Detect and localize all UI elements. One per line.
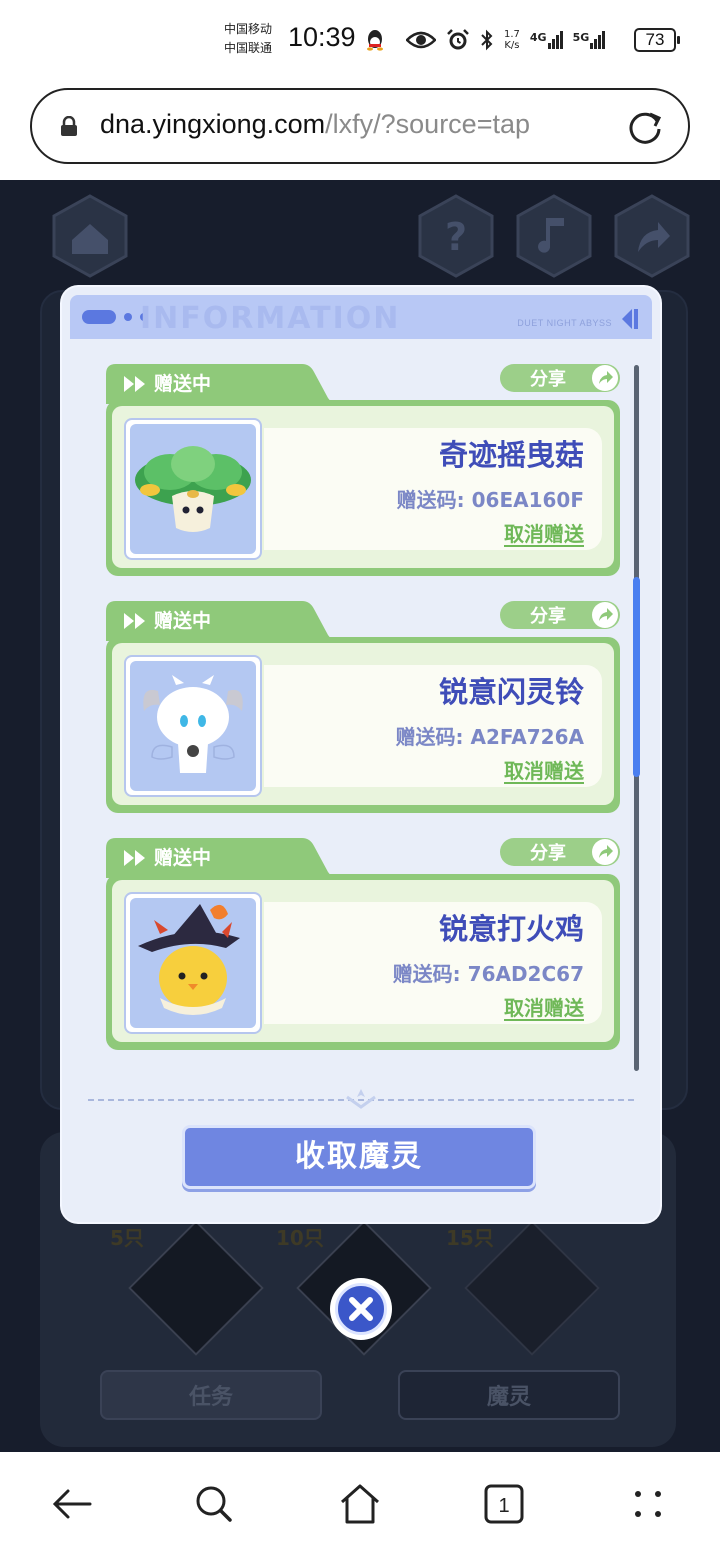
share-button[interactable]: 分享 bbox=[500, 838, 620, 866]
scrollbar-thumb[interactable] bbox=[633, 577, 640, 777]
share-label: 分享 bbox=[530, 369, 566, 390]
url-text[interactable]: dna.yingxiong.com/lxfy/?source=tap bbox=[100, 109, 530, 140]
back-icon[interactable] bbox=[48, 1480, 96, 1528]
milestone-label-1: 5只 bbox=[110, 1226, 144, 1250]
header-dot bbox=[124, 313, 132, 321]
status-icons: 1.7 K/s 4G 5G bbox=[366, 26, 606, 54]
gift-code: 赠送码: 06EA160F bbox=[396, 488, 584, 512]
header-ghost-text: INFORMATION bbox=[140, 301, 401, 336]
net-label-1: 4G bbox=[529, 31, 547, 44]
share-button[interactable]: 分享 bbox=[500, 364, 620, 392]
address-bar[interactable]: dna.yingxiong.com/lxfy/?source=tap bbox=[30, 88, 690, 164]
chick-spirit-image bbox=[138, 904, 240, 1015]
spirit-thumbnail bbox=[124, 655, 262, 797]
header-pill bbox=[82, 310, 116, 324]
card-inner: 奇迹摇曳菇 赠送码: 06EA160F 取消赠送 bbox=[112, 406, 614, 568]
milestone-label-3: 15只 bbox=[446, 1226, 494, 1250]
signal-icon-2: 5G bbox=[573, 31, 606, 49]
card-info: 奇迹摇曳菇 赠送码: 06EA160F 取消赠送 bbox=[264, 428, 602, 550]
battery-indicator: 73 bbox=[634, 28, 680, 52]
card-body: 锐意闪灵铃 赠送码: A2FA726A 取消赠送 bbox=[106, 637, 620, 813]
svg-text:1: 1 bbox=[498, 1495, 509, 1517]
browser-nav-bar: 1 bbox=[0, 1452, 720, 1559]
status-label: 赠送中 bbox=[154, 610, 212, 632]
header-brand: DUET NIGHT ABYSS bbox=[517, 318, 612, 328]
tab-tasks[interactable]: 任务 bbox=[100, 1370, 322, 1420]
header-arrow-icon bbox=[622, 309, 638, 329]
share-button[interactable]: 分享 bbox=[500, 601, 620, 629]
close-modal-button[interactable] bbox=[330, 1278, 392, 1340]
reload-icon[interactable] bbox=[626, 108, 664, 146]
bluetooth-icon bbox=[480, 29, 494, 51]
url-host: dna.yingxiong.com bbox=[100, 109, 326, 139]
card-inner: 锐意打火鸡 赠送码: 76AD2C67 取消赠送 bbox=[112, 880, 614, 1042]
spirit-name: 奇迹摇曳菇 bbox=[438, 438, 584, 472]
share-icon bbox=[592, 365, 618, 391]
net-speed-unit: K/s bbox=[504, 40, 520, 51]
status-label: 赠送中 bbox=[154, 373, 212, 395]
gift-code: 赠送码: 76AD2C67 bbox=[392, 962, 584, 986]
spirit-name: 锐意闪灵铃 bbox=[438, 675, 584, 709]
goat-spirit-image bbox=[143, 675, 243, 773]
cancel-gift-link[interactable]: 取消赠送 bbox=[504, 518, 584, 547]
gift-card: 赠送中 分享 bbox=[106, 601, 620, 813]
clock: 10:39 bbox=[288, 22, 356, 52]
carrier-2: 中国联通 bbox=[224, 41, 273, 55]
alarm-icon bbox=[446, 28, 470, 52]
gift-card: 赠送中 分享 bbox=[106, 838, 620, 1050]
status-label: 赠送中 bbox=[154, 847, 212, 869]
qq-icon bbox=[366, 29, 384, 51]
carrier-1: 中国移动 bbox=[224, 22, 273, 36]
close-icon bbox=[335, 1283, 387, 1335]
more-menu-icon[interactable] bbox=[624, 1480, 672, 1528]
collect-spirit-button[interactable]: 收取魔灵 bbox=[182, 1125, 536, 1189]
card-info: 锐意打火鸡 赠送码: 76AD2C67 取消赠送 bbox=[264, 902, 602, 1024]
music-icon[interactable] bbox=[512, 194, 596, 278]
signal-icon-1: 4G bbox=[530, 31, 563, 49]
share-icon bbox=[592, 839, 618, 865]
help-icon[interactable]: ? bbox=[414, 194, 498, 278]
tab-spirits[interactable]: 魔灵 bbox=[398, 1370, 620, 1420]
play-arrows-icon bbox=[124, 376, 145, 392]
eye-icon bbox=[406, 30, 436, 50]
search-icon[interactable] bbox=[190, 1480, 238, 1528]
share-label: 分享 bbox=[530, 606, 566, 627]
play-arrows-icon bbox=[124, 850, 145, 866]
net-label-2: 5G bbox=[572, 31, 590, 44]
home-icon[interactable] bbox=[48, 194, 132, 278]
card-info: 锐意闪灵铃 赠送码: A2FA726A 取消赠送 bbox=[264, 665, 602, 787]
svg-text:?: ? bbox=[445, 215, 467, 259]
play-arrows-icon bbox=[124, 613, 145, 629]
tabs-icon[interactable]: 1 bbox=[480, 1480, 528, 1528]
status-bar: 中国移动 中国联通 10:39 1.7 K/s 4G 5G 73 bbox=[0, 0, 720, 80]
url-path: /lxfy/?source=tap bbox=[325, 109, 531, 139]
share-game-icon[interactable] bbox=[610, 194, 694, 278]
gift-list-modal: INFORMATION DUET NIGHT ABYSS 赠送中 分享 奇迹摇曳… bbox=[62, 287, 660, 1222]
milestone-label-2: 10只 bbox=[276, 1226, 324, 1250]
cancel-gift-link[interactable]: 取消赠送 bbox=[504, 992, 584, 1021]
home-nav-icon[interactable] bbox=[336, 1480, 384, 1528]
card-body: 奇迹摇曳菇 赠送码: 06EA160F 取消赠送 bbox=[106, 400, 620, 576]
cancel-gift-link[interactable]: 取消赠送 bbox=[504, 755, 584, 784]
spirit-thumbnail bbox=[124, 892, 262, 1034]
gift-card: 赠送中 分享 bbox=[106, 364, 620, 576]
gift-code: 赠送码: A2FA726A bbox=[395, 725, 584, 749]
spirit-name: 锐意打火鸡 bbox=[438, 912, 584, 946]
spirit-thumbnail bbox=[124, 418, 262, 560]
net-speed: 1.7 K/s bbox=[504, 29, 520, 51]
carrier-labels: 中国移动 中国联通 bbox=[224, 20, 272, 58]
card-body: 锐意打火鸡 赠送码: 76AD2C67 取消赠送 bbox=[106, 874, 620, 1050]
lock-icon bbox=[61, 116, 77, 136]
share-label: 分享 bbox=[530, 843, 566, 864]
modal-header: INFORMATION DUET NIGHT ABYSS bbox=[70, 295, 652, 339]
card-inner: 锐意闪灵铃 赠送码: A2FA726A 取消赠送 bbox=[112, 643, 614, 805]
mushroom-spirit-image bbox=[135, 446, 251, 532]
share-icon bbox=[592, 602, 618, 628]
net-speed-value: 1.7 bbox=[504, 29, 520, 40]
chevron-down-icon bbox=[346, 1089, 376, 1109]
